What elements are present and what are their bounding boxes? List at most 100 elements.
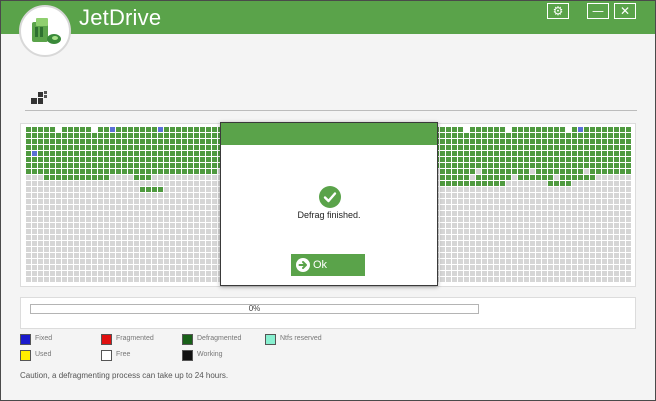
disk-block bbox=[74, 169, 79, 174]
disk-block bbox=[212, 157, 217, 162]
disk-block bbox=[212, 193, 217, 198]
disk-block bbox=[104, 169, 109, 174]
disk-block bbox=[110, 169, 115, 174]
disk-block bbox=[560, 247, 565, 252]
disk-block bbox=[614, 265, 619, 270]
gear-icon[interactable]: ⚙ bbox=[547, 3, 569, 19]
disk-block bbox=[524, 205, 529, 210]
disk-block bbox=[476, 181, 481, 186]
disk-block bbox=[182, 247, 187, 252]
disk-block bbox=[134, 157, 139, 162]
disk-block bbox=[506, 277, 511, 282]
disk-block bbox=[176, 211, 181, 216]
disk-block bbox=[506, 193, 511, 198]
disk-block bbox=[554, 259, 559, 264]
disk-block bbox=[542, 145, 547, 150]
disk-block bbox=[62, 145, 67, 150]
disk-block bbox=[470, 271, 475, 276]
disk-block bbox=[26, 241, 31, 246]
disk-block bbox=[578, 193, 583, 198]
disk-block bbox=[470, 151, 475, 156]
disk-block bbox=[176, 187, 181, 192]
disk-block bbox=[62, 265, 67, 270]
disk-block bbox=[122, 127, 127, 132]
disk-block bbox=[38, 271, 43, 276]
disk-block bbox=[164, 205, 169, 210]
disk-block bbox=[524, 151, 529, 156]
disk-block bbox=[212, 271, 217, 276]
disk-block bbox=[464, 199, 469, 204]
disk-block bbox=[74, 151, 79, 156]
disk-block bbox=[44, 157, 49, 162]
disk-block bbox=[482, 205, 487, 210]
disk-block bbox=[206, 241, 211, 246]
disk-block bbox=[584, 157, 589, 162]
disk-block bbox=[200, 127, 205, 132]
disk-block bbox=[614, 205, 619, 210]
block-view-icon[interactable] bbox=[31, 90, 49, 111]
disk-block bbox=[608, 253, 613, 258]
disk-block bbox=[464, 127, 469, 132]
disk-block bbox=[458, 223, 463, 228]
disk-block bbox=[536, 277, 541, 282]
disk-block bbox=[146, 235, 151, 240]
disk-block bbox=[596, 145, 601, 150]
disk-block bbox=[158, 235, 163, 240]
disk-block bbox=[548, 151, 553, 156]
disk-block bbox=[518, 217, 523, 222]
disk-block bbox=[152, 181, 157, 186]
disk-block bbox=[122, 259, 127, 264]
disk-block bbox=[614, 271, 619, 276]
disk-block bbox=[482, 187, 487, 192]
minimize-icon[interactable]: — bbox=[587, 3, 609, 19]
disk-block bbox=[620, 247, 625, 252]
disk-block bbox=[68, 211, 73, 216]
disk-block bbox=[566, 271, 571, 276]
disk-block bbox=[620, 205, 625, 210]
disk-block bbox=[38, 127, 43, 132]
disk-block bbox=[158, 223, 163, 228]
disk-block bbox=[542, 241, 547, 246]
disk-block bbox=[620, 259, 625, 264]
disk-block bbox=[518, 253, 523, 258]
disk-block bbox=[74, 223, 79, 228]
disk-block bbox=[92, 211, 97, 216]
disk-block bbox=[212, 175, 217, 180]
disk-block bbox=[26, 265, 31, 270]
disk-block bbox=[188, 163, 193, 168]
disk-block bbox=[32, 241, 37, 246]
disk-block bbox=[188, 217, 193, 222]
disk-block bbox=[128, 133, 133, 138]
disk-block bbox=[170, 271, 175, 276]
disk-block bbox=[146, 193, 151, 198]
disk-block bbox=[110, 187, 115, 192]
disk-block bbox=[134, 253, 139, 258]
disk-block bbox=[536, 217, 541, 222]
disk-block bbox=[506, 139, 511, 144]
disk-block bbox=[110, 223, 115, 228]
disk-block bbox=[536, 139, 541, 144]
disk-block bbox=[206, 217, 211, 222]
disk-block bbox=[560, 217, 565, 222]
disk-block bbox=[164, 133, 169, 138]
disk-block bbox=[482, 193, 487, 198]
disk-block bbox=[536, 151, 541, 156]
disk-block bbox=[164, 247, 169, 252]
disk-block bbox=[524, 127, 529, 132]
ok-button[interactable]: Ok bbox=[291, 254, 365, 276]
close-icon[interactable]: ✕ bbox=[614, 3, 636, 19]
disk-block bbox=[626, 145, 631, 150]
disk-block bbox=[626, 163, 631, 168]
disk-block bbox=[206, 247, 211, 252]
disk-block bbox=[32, 235, 37, 240]
disk-block bbox=[506, 163, 511, 168]
disk-block bbox=[152, 163, 157, 168]
disk-block bbox=[494, 271, 499, 276]
disk-block bbox=[488, 133, 493, 138]
disk-block bbox=[536, 205, 541, 210]
disk-block bbox=[620, 145, 625, 150]
disk-block bbox=[512, 205, 517, 210]
disk-block bbox=[440, 175, 445, 180]
disk-block bbox=[44, 253, 49, 258]
disk-block bbox=[452, 235, 457, 240]
